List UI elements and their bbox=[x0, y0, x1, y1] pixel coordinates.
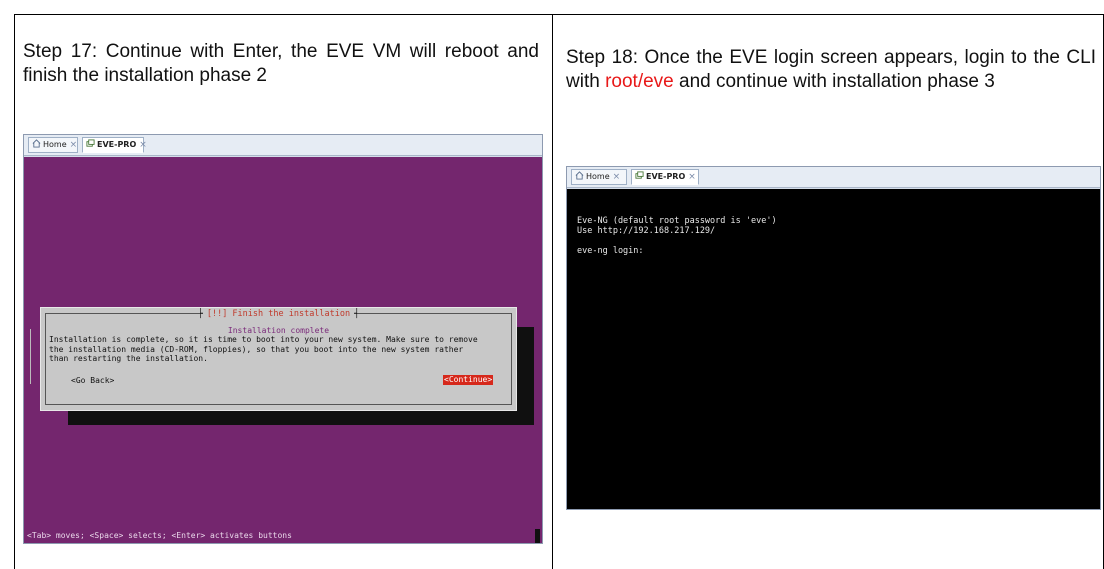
tab-eve-pro-label: EVE-PRO bbox=[646, 172, 686, 181]
continue-button[interactable]: <Continue> bbox=[443, 375, 494, 385]
caption-text-end: and continue with installation phase 3 bbox=[673, 71, 995, 92]
tab-eve-pro[interactable]: EVE-PRO × bbox=[631, 169, 699, 185]
home-icon bbox=[32, 139, 41, 148]
close-icon[interactable]: × bbox=[70, 140, 78, 150]
dialog-title: ├ [!!] Finish the installation ┤ bbox=[197, 309, 360, 319]
tab-bar: Home × EVE-PRO × bbox=[24, 135, 542, 156]
dialog-title-text: [!!] Finish the installation bbox=[202, 309, 355, 319]
tab-home-label: Home bbox=[43, 140, 67, 149]
dialog-edge-left bbox=[30, 329, 35, 384]
installer-status-line: <Tab> moves; <Space> selects; <Enter> ac… bbox=[27, 531, 292, 540]
console-line: Use http://192.168.217.129/ bbox=[577, 226, 716, 236]
credentials-highlight: root/eve bbox=[605, 71, 674, 92]
close-icon[interactable]: × bbox=[688, 172, 696, 182]
vm-window-installer: Home × EVE-PRO × ├ [!!] Finish the installa… bbox=[23, 134, 543, 544]
vm-icon bbox=[635, 171, 644, 179]
dialog-body: Installation is complete, so it is time … bbox=[49, 335, 478, 363]
finish-installation-dialog: ├ [!!] Finish the installation ┤ Installat… bbox=[40, 307, 517, 411]
tab-eve-pro-label: EVE-PRO bbox=[97, 140, 137, 149]
login-prompt[interactable]: eve-ng login: bbox=[577, 246, 777, 256]
vm-screen-installer[interactable]: ├ [!!] Finish the installation ┤ Installat… bbox=[24, 157, 542, 543]
go-back-button[interactable]: <Go Back> bbox=[71, 376, 114, 386]
step-18-caption: Step 18: Once the EVE login screen appea… bbox=[566, 46, 1096, 94]
console-line: Eve-NG (default root password is 'eve') bbox=[577, 216, 777, 226]
tab-home[interactable]: Home × bbox=[571, 169, 627, 185]
console-output: Eve-NG (default root password is 'eve') U… bbox=[577, 216, 777, 256]
tab-bar: Home × EVE-PRO × bbox=[567, 167, 1100, 188]
tab-eve-pro[interactable]: EVE-PRO × bbox=[82, 137, 147, 153]
tab-home[interactable]: Home × bbox=[28, 137, 78, 153]
vm-icon bbox=[86, 139, 95, 147]
vm-screen-console[interactable]: Eve-NG (default root password is 'eve') U… bbox=[567, 189, 1100, 509]
home-icon bbox=[575, 171, 584, 180]
table-divider bbox=[552, 14, 553, 569]
status-edge bbox=[535, 529, 540, 543]
vm-window-console: Home × EVE-PRO × Eve-NG (default root pass… bbox=[566, 166, 1101, 510]
close-icon[interactable]: × bbox=[613, 172, 621, 182]
dialog-edge-right bbox=[524, 327, 532, 387]
close-icon[interactable]: × bbox=[139, 140, 147, 150]
step-17-caption: Step 17: Continue with Enter, the EVE VM… bbox=[23, 41, 539, 86]
tab-home-label: Home bbox=[586, 172, 610, 181]
